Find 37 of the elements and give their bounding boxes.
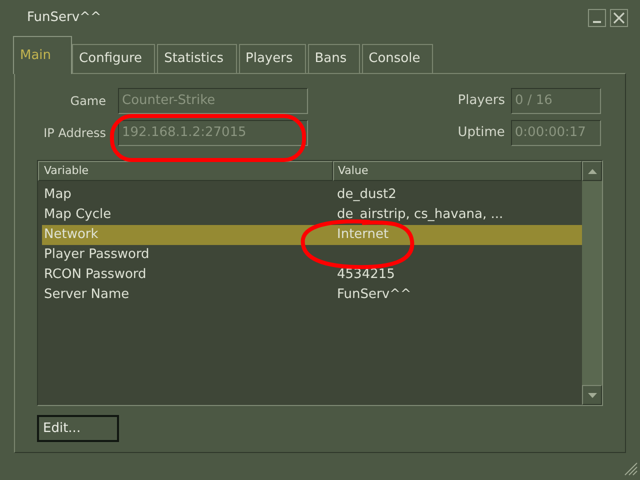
- table-row[interactable]: Player Password: [42, 245, 582, 265]
- edit-button[interactable]: Edit...: [37, 415, 119, 442]
- close-button[interactable]: [610, 9, 628, 27]
- table-row[interactable]: Server Name FunServ^^: [42, 285, 582, 305]
- field-label: Uptime: [458, 124, 505, 142]
- table-cell-text: Server Name: [43, 286, 130, 304]
- tab[interactable]: Statistics: [157, 44, 236, 73]
- field-label: Players: [458, 92, 505, 110]
- minimize-button[interactable]: [588, 9, 606, 27]
- column-header[interactable]: Variable: [38, 161, 333, 181]
- column-header[interactable]: Value: [333, 161, 582, 181]
- table-cell-text: 4534215: [336, 266, 396, 284]
- table-cell-text: Internet: [336, 226, 390, 244]
- tab[interactable]: Main: [13, 36, 72, 74]
- tab[interactable]: Configure: [72, 44, 156, 73]
- table-cell-text: Network: [43, 226, 100, 244]
- scroll-up-icon[interactable]: [588, 168, 596, 174]
- close-icon: [613, 12, 625, 24]
- table-cell-text: de_dust2: [336, 186, 398, 204]
- field-label: Game: [69, 93, 106, 110]
- table-cell-text: Player Password: [43, 246, 150, 264]
- table-cell-text: Map: [43, 186, 72, 204]
- tab[interactable]: Players: [238, 44, 306, 73]
- tab[interactable]: Bans: [308, 44, 360, 73]
- table-cell-text: Map Cycle: [43, 206, 112, 224]
- tab[interactable]: Console: [362, 44, 434, 73]
- table-cell-text: RCON Password: [43, 266, 148, 284]
- table-row[interactable]: Map de_dust2: [42, 185, 582, 205]
- table-cell-text: FunServ^^: [336, 286, 412, 304]
- scroll-down-icon[interactable]: [588, 392, 596, 398]
- table-row[interactable]: Map Cycle de_airstrip, cs_havana, ...: [42, 205, 582, 225]
- table-row[interactable]: RCON Password 4534215: [42, 265, 582, 285]
- scrollbar[interactable]: [582, 161, 602, 405]
- field-label: IP Address: [42, 125, 106, 142]
- resize-grip-icon[interactable]: [624, 462, 638, 476]
- window-title: FunServ^^: [27, 9, 102, 28]
- table-cell-text: de_airstrip, cs_havana, ...: [336, 206, 504, 224]
